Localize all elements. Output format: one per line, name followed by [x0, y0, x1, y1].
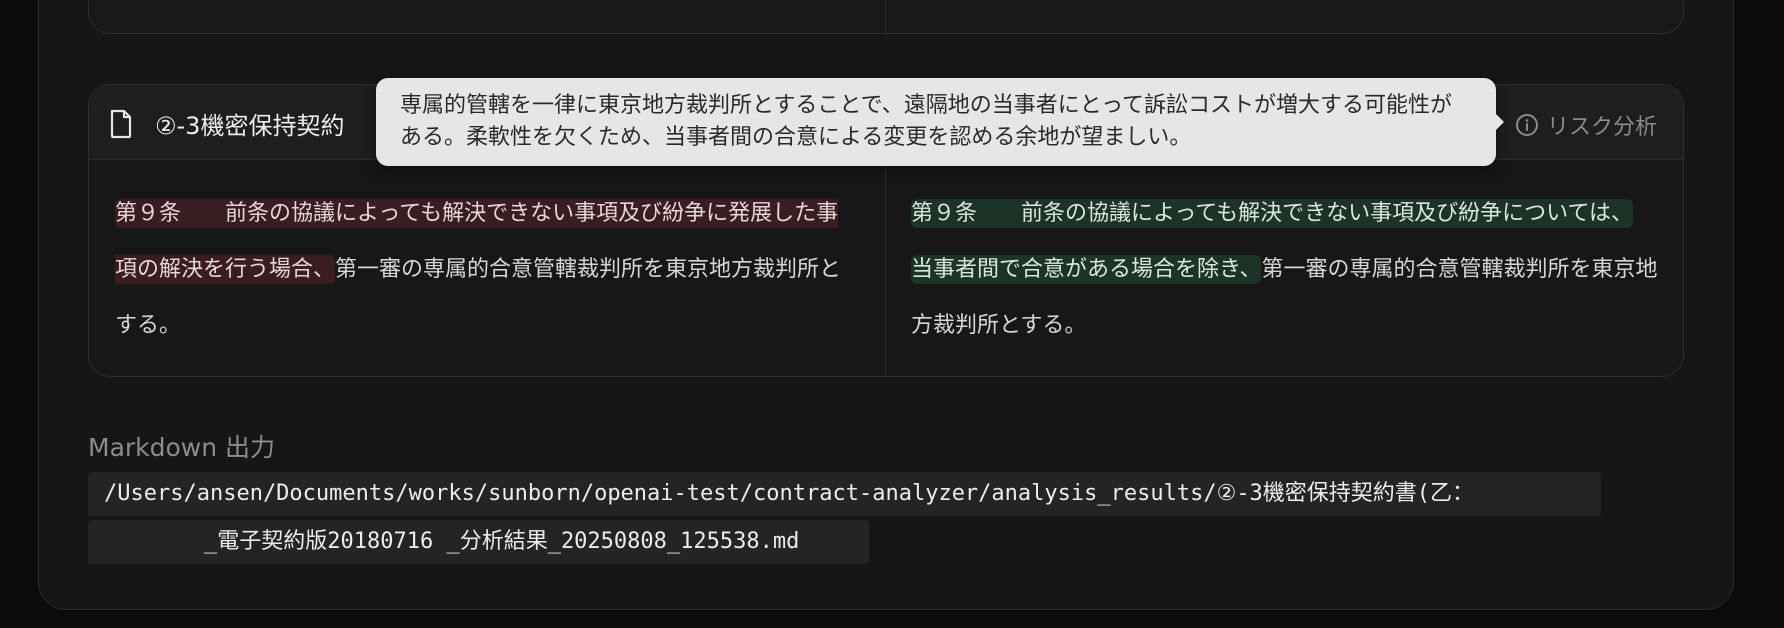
- output-path-continued[interactable]: _電子契約版20180716 _分析結果_20250808_125538.md: [88, 520, 869, 564]
- risk-analysis-label: リスク分析: [1546, 115, 1657, 140]
- revised-clause: 第９条 前条の協議によっても解決できない事項及び紛争については、 当事者間で合意…: [911, 186, 1661, 354]
- original-clause: 第９条 前条の協議によっても解決できない事項及び紛争に発展した事項の解決を行う場…: [115, 186, 845, 354]
- tooltip-arrow: [1496, 114, 1504, 130]
- card-title: ②-3機密保持契約: [155, 112, 345, 140]
- added-text: 第９条 前条の協議によっても解決できない事項及び紛争については、: [911, 199, 1634, 228]
- info-circle-icon: [1515, 114, 1538, 136]
- document-icon: [110, 109, 132, 139]
- risk-tooltip: 専属的管轄を一律に東京地方裁判所とすることで、遠隔地の当事者にとって訴訟コストが…: [376, 78, 1504, 166]
- tooltip-text: 専属的管轄を一律に東京地方裁判所とすることで、遠隔地の当事者にとって訴訟コストが…: [400, 93, 1453, 150]
- column-divider: [885, 0, 886, 33]
- column-divider: [885, 160, 886, 376]
- markdown-output-label: Markdown 出力: [88, 433, 276, 462]
- previous-diff-card: [88, 0, 1684, 34]
- added-text: 当事者間で合意がある場合を除き、: [911, 255, 1262, 284]
- risk-analysis-button[interactable]: リスク分析: [1515, 109, 1657, 141]
- output-path[interactable]: /Users/ansen/Documents/works/sunborn/ope…: [88, 472, 1601, 516]
